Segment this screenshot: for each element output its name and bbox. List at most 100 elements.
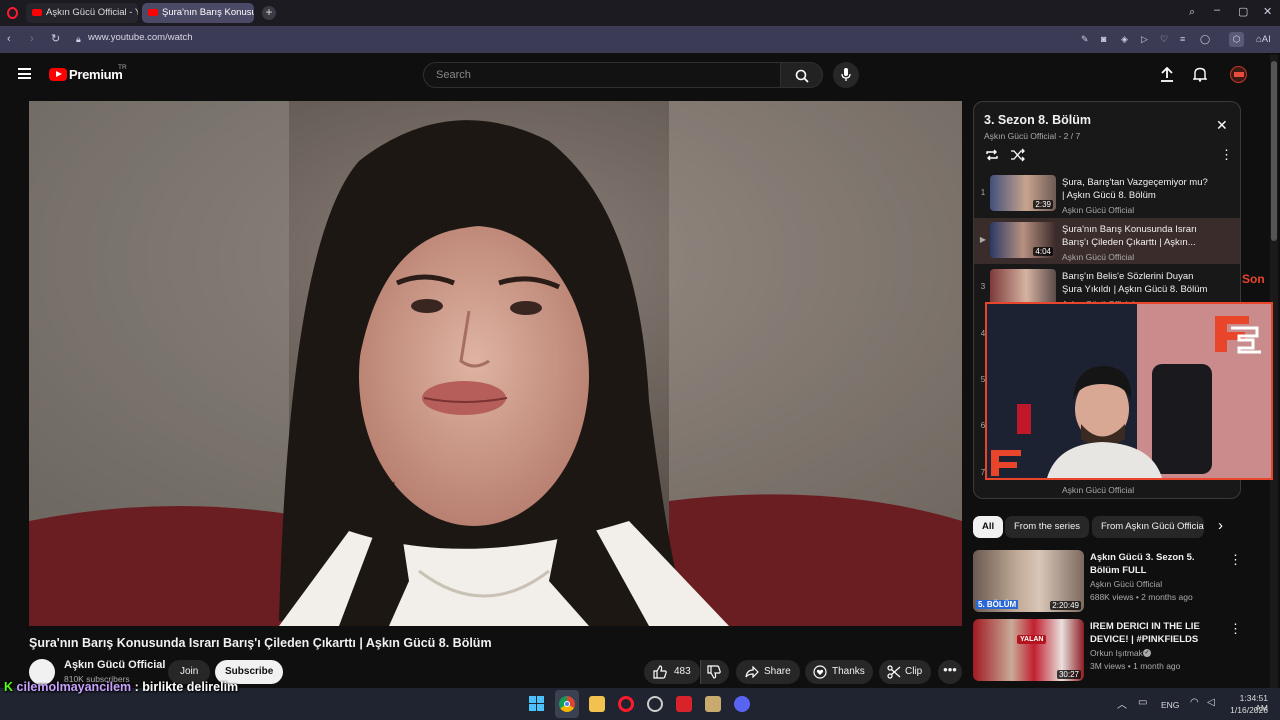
- recommendation-item[interactable]: 5. BÖLÜM 2:20:49 Aşkın Gücü 3. Sezon 5. …: [973, 550, 1242, 614]
- close-playlist-icon[interactable]: ✕: [1216, 118, 1228, 132]
- logo-text: Premium: [69, 67, 123, 82]
- league-client-icon[interactable]: [705, 696, 721, 712]
- url-field[interactable]: www.youtube.com/watch: [88, 32, 193, 43]
- camera-icon[interactable]: ◙: [1101, 34, 1106, 45]
- duration-badge: 2:20:49: [1050, 601, 1081, 610]
- thanks-label: Thanks: [832, 666, 865, 677]
- profile-icon[interactable]: ◯: [1200, 34, 1210, 45]
- discord-icon[interactable]: [734, 696, 750, 712]
- browser-tab-1[interactable]: Aşkın Gücü Official - YouTube: [26, 3, 138, 23]
- recommendation-channel: Aşkın Gücü Official: [1090, 579, 1163, 589]
- file-explorer-icon[interactable]: [589, 696, 605, 712]
- playlist-title[interactable]: 3. Sezon 8. Bölüm: [984, 113, 1091, 127]
- recommendation-more-icon[interactable]: ⋮: [1229, 552, 1242, 568]
- avatar[interactable]: [1230, 66, 1247, 83]
- search-input[interactable]: Search: [423, 62, 781, 88]
- new-tab-button[interactable]: +: [262, 6, 276, 20]
- duration-badge: 2:39: [1033, 200, 1053, 209]
- opera-taskbar-icon[interactable]: [618, 696, 634, 712]
- maximize-icon[interactable]: ▢: [1238, 7, 1248, 18]
- menu-lines-icon[interactable]: ≡: [1180, 34, 1185, 45]
- minimize-icon[interactable]: –: [1214, 5, 1220, 16]
- recommendation-thumbnail: YALAN 30:27: [973, 619, 1084, 681]
- reload-icon[interactable]: ↻: [51, 34, 60, 45]
- heart-icon[interactable]: ♡: [1160, 34, 1168, 45]
- volume-icon[interactable]: ◁: [1207, 697, 1215, 708]
- playlist-item-channel: Aşkın Gücü Official: [1062, 485, 1135, 495]
- thanks-heart-icon: [813, 665, 827, 679]
- chat-badge-icon: K: [4, 680, 14, 694]
- playlist-item-current[interactable]: ▶ 4:04 Şura'nın Barış Konusunda Israrı B…: [974, 218, 1240, 264]
- chip-from-channel[interactable]: From Aşkın Gücü Official: [1092, 516, 1204, 538]
- clip-button[interactable]: Clip: [879, 660, 931, 684]
- dislike-button[interactable]: [700, 660, 729, 684]
- upload-icon[interactable]: [1160, 67, 1174, 82]
- windows-start-icon[interactable]: [529, 696, 545, 712]
- shuffle-icon[interactable]: [1010, 148, 1026, 162]
- duration-badge: 30:27: [1056, 670, 1081, 679]
- microphone-icon: [841, 68, 851, 81]
- recommendation-item[interactable]: YALAN 30:27 IREM DERICI IN THE LIE DEVIC…: [973, 619, 1242, 683]
- playlist-item-thumbnail: [990, 269, 1056, 305]
- video-title: Şura'nın Barış Konusunda Israrı Barış'ı …: [29, 636, 492, 650]
- hamburger-menu-icon[interactable]: [18, 68, 31, 79]
- youtube-favicon-icon: [148, 9, 158, 16]
- opera-logo-icon[interactable]: [7, 7, 18, 19]
- chip-from-series[interactable]: From the series: [1005, 516, 1089, 538]
- wifi-icon[interactable]: ◠: [1190, 697, 1199, 708]
- notifications-bell-icon[interactable]: [1193, 67, 1207, 82]
- play-icon[interactable]: ▷: [1141, 34, 1148, 45]
- red-app-icon[interactable]: [676, 696, 692, 712]
- edit-icon[interactable]: ✎: [1081, 34, 1089, 45]
- shield-icon[interactable]: ◈: [1121, 34, 1128, 45]
- search-tabs-icon[interactable]: ⌕: [1189, 7, 1195, 18]
- chat-message: : birlikte delirelim: [134, 680, 239, 694]
- ai-button[interactable]: ⌂AI: [1256, 34, 1271, 45]
- recommendation-more-icon[interactable]: ⋮: [1229, 621, 1242, 637]
- thumbs-down-icon: [707, 665, 721, 679]
- browser-tab-2[interactable]: Şura'nın Barış Konusunda Israrı: [142, 3, 254, 23]
- webcam-frame: [987, 304, 1271, 478]
- video-player[interactable]: [29, 101, 962, 626]
- youtube-favicon-icon: [32, 9, 42, 16]
- like-count: 483: [674, 666, 691, 677]
- playlist-item-thumbnail: 4:04: [990, 222, 1056, 258]
- thumbnail-badge: YALAN: [1017, 635, 1047, 644]
- chrome-taskbar-icon[interactable]: [555, 690, 579, 718]
- search-button[interactable]: [781, 62, 823, 88]
- back-icon[interactable]: ‹: [7, 34, 11, 45]
- verified-icon: ✓: [1143, 649, 1151, 657]
- search-icon: [795, 69, 809, 83]
- more-actions-button[interactable]: •••: [938, 660, 962, 684]
- playlist-more-icon[interactable]: ⋮: [1220, 148, 1233, 161]
- loop-icon[interactable]: [984, 148, 1000, 162]
- like-button[interactable]: 483: [644, 660, 700, 684]
- thumbs-up-icon: [653, 665, 667, 679]
- tray-chevron-up-icon[interactable]: ︿: [1117, 696, 1127, 711]
- channel-name[interactable]: Aşkın Gücü Official: [64, 659, 165, 671]
- network-icon[interactable]: ▭: [1138, 697, 1147, 708]
- lock-icon: 🔒︎: [76, 34, 81, 44]
- share-label: Share: [764, 666, 791, 677]
- voice-search-button[interactable]: [833, 62, 859, 88]
- forward-icon[interactable]: ›: [30, 34, 34, 45]
- chip-all[interactable]: All: [973, 516, 1004, 538]
- language-indicator[interactable]: ENG: [1161, 700, 1179, 710]
- thanks-button[interactable]: Thanks: [805, 660, 873, 684]
- opera-gx-icon[interactable]: [647, 696, 663, 712]
- region-badge: TR: [118, 64, 127, 71]
- recommendation-meta: 3M views • 1 month ago: [1090, 661, 1181, 671]
- address-bar-row: ‹ › ↻ 🔒︎ www.youtube.com/watch ✎ ◙ ◈ ▷ ♡…: [0, 26, 1280, 53]
- playlist-item[interactable]: 1 2:39 Şura, Barış'tan Vazgeçemiyor mu? …: [974, 171, 1240, 217]
- now-playing-icon: ▶: [979, 235, 987, 244]
- chat-overlay: K cilemolmayancilem : birlikte delirelim: [4, 680, 238, 694]
- extension-cube-icon[interactable]: ⬡: [1229, 32, 1244, 47]
- ai-label: AI: [1261, 34, 1271, 45]
- video-frame: [29, 101, 962, 626]
- clock-date[interactable]: 1/16/2026: [1226, 705, 1268, 715]
- youtube-header: Premium TR Search: [0, 53, 1268, 97]
- playlist-item-title: Barış'ın Belis'e Sözlerini Duyan Şura Yı…: [1062, 271, 1208, 295]
- close-window-icon[interactable]: ✕: [1263, 7, 1272, 18]
- chevron-right-icon[interactable]: ›: [1218, 517, 1223, 534]
- share-button[interactable]: Share: [736, 660, 800, 684]
